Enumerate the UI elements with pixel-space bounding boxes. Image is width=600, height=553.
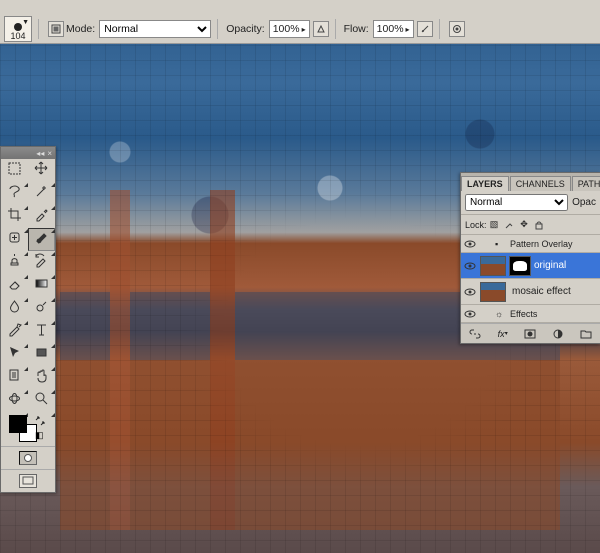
tablet-pressure-button[interactable] [449,21,465,37]
lock-label: Lock: [465,220,487,230]
lock-pixels-icon[interactable] [503,218,516,231]
layer-effect-row[interactable]: ▪ Pattern Overlay [461,235,600,253]
layer-fx-button[interactable]: fx▾ [495,327,510,341]
layer-name: Pattern Overlay [507,239,600,249]
layer-blend-mode-select[interactable]: Normal [465,194,568,211]
screen-mode-row [1,469,55,492]
color-swatches: ◧ [1,412,55,446]
chevron-right-icon: ▸ [302,25,306,34]
lock-position-icon[interactable]: ✥ [518,218,531,231]
brush-dot-icon [14,23,22,31]
layer-fx-row[interactable]: ☼ Effects [461,305,600,323]
visibility-toggle[interactable] [463,237,477,251]
swap-colors-icon[interactable] [35,416,45,426]
brush-size-value: 104 [10,31,25,41]
options-bar: 104 ▼ Mode: Normal Opacity: 100% ▸ Flow:… [0,0,600,44]
brush-preset-picker[interactable]: 104 ▼ [4,16,32,42]
lock-all-icon[interactable] [533,218,546,231]
collapse-icon[interactable]: ◂◂ [36,149,44,158]
adjustment-layer-button[interactable] [551,327,566,341]
tab-layers[interactable]: LAYERS [461,176,509,191]
layer-thumbnail[interactable] [480,256,506,276]
tool-move[interactable] [28,159,55,182]
layer-opacity-label: Opac [572,197,596,208]
tools-panel-header[interactable]: ◂◂ × [1,147,55,159]
effect-icon: ▪ [495,239,507,249]
mode-label: Mode: [66,23,95,35]
layer-name: Effects [507,309,600,319]
layer-thumbnail[interactable] [480,282,506,302]
layers-panel: LAYERS CHANNELS PATHS Normal Opac Lock: … [460,172,600,344]
airbrush-button[interactable] [417,21,433,37]
fx-icon: ☼ [495,309,507,319]
default-colors-icon[interactable]: ◧ [35,430,44,441]
blend-mode-select[interactable]: Normal [99,20,211,38]
flow-label: Flow: [344,23,369,35]
chevron-down-icon: ▼ [22,19,29,26]
tab-channels[interactable]: CHANNELS [510,176,571,191]
layer-mask-button[interactable] [523,327,538,341]
layer-row[interactable]: mosaic effect [461,279,600,305]
layer-group-button[interactable] [579,327,594,341]
opacity-label: Opacity: [226,23,265,35]
standard-mode-button[interactable] [19,451,37,465]
chevron-right-icon: ▸ [406,25,410,34]
tools-panel: ◂◂ × ◧ [0,146,56,493]
screen-mode-button[interactable] [19,474,37,488]
quick-mask-row [1,446,55,469]
flow-input[interactable]: 100% ▸ [373,20,414,38]
link-layers-button[interactable] [467,327,482,341]
visibility-toggle[interactable] [463,285,477,299]
layer-mask-thumbnail[interactable] [509,256,531,276]
panel-tabs: LAYERS CHANNELS PATHS [461,173,600,191]
opacity-input[interactable]: 100% ▸ [269,20,310,38]
tab-paths[interactable]: PATHS [572,176,600,191]
layer-name[interactable]: original [531,260,600,271]
lock-transparency-icon[interactable]: ▧ [488,218,501,231]
opacity-pressure-button[interactable] [313,21,329,37]
foreground-color[interactable] [9,415,27,433]
visibility-toggle[interactable] [463,307,477,321]
layer-name[interactable]: mosaic effect [509,286,600,297]
tool-rectangular-marquee[interactable] [1,159,28,182]
layers-panel-footer: fx▾ [461,323,600,343]
visibility-toggle[interactable] [463,259,477,273]
toggle-brush-panel-button[interactable] [48,21,64,37]
layer-row[interactable]: original [461,253,600,279]
close-icon[interactable]: × [47,149,52,158]
layer-list: ▪ Pattern Overlay original mosaic effect… [461,235,600,323]
